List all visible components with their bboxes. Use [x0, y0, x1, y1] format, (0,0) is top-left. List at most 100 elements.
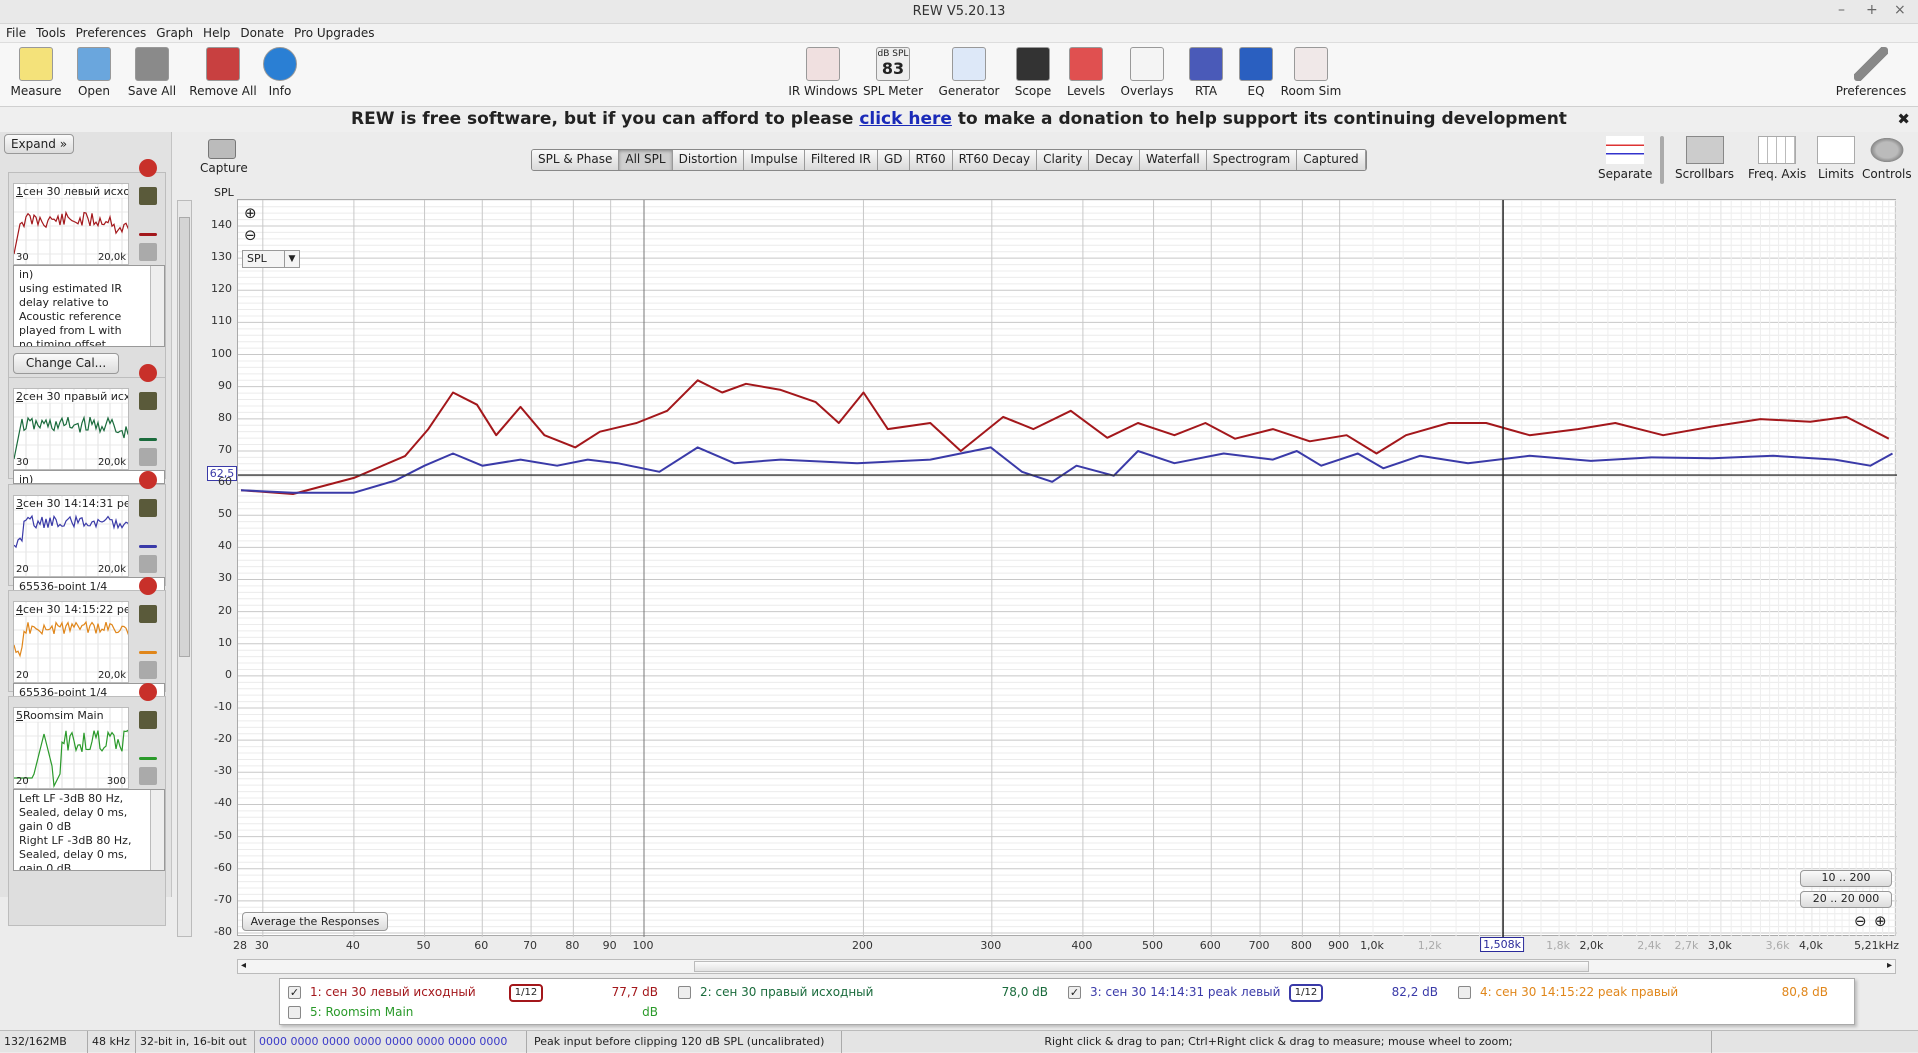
measurement-thumbnail[interactable]: 3сен 30 14:14:31 peak левый 20 20,0k: [13, 495, 129, 577]
measurement-notes[interactable]: Left LF -3dB 80 Hz, Sealed, delay 0 ms, ga…: [13, 789, 165, 871]
edit-icon[interactable]: [139, 233, 157, 236]
change-cal-button[interactable]: Change Cal...: [13, 353, 119, 374]
horizontal-scrollbar[interactable]: ◂ ▸: [237, 959, 1896, 974]
zoom-out-icon[interactable]: ⊖: [244, 226, 257, 244]
separate-slider[interactable]: [1660, 136, 1664, 184]
freq-axis-button[interactable]: Freq. Axis: [1748, 136, 1806, 181]
menu-pro-upgrades[interactable]: Pro Upgrades: [288, 24, 378, 40]
y-axis-select[interactable]: SPL ▼: [242, 250, 300, 268]
menu-tools[interactable]: Tools: [30, 24, 70, 40]
average-responses-button[interactable]: Average the Responses: [242, 912, 388, 931]
measurement-card-3[interactable]: 3сен 30 14:14:31 peak левый2020,0k65536-…: [8, 471, 166, 591]
edit-icon[interactable]: [139, 438, 157, 441]
scrollbar-thumb[interactable]: [179, 217, 190, 657]
edit-icon[interactable]: [139, 545, 157, 548]
spl-graph[interactable]: [238, 200, 1897, 937]
notes-scrollbar[interactable]: [150, 266, 164, 346]
save-icon[interactable]: [139, 499, 157, 517]
edit-icon[interactable]: [139, 651, 157, 654]
tab-waterfall[interactable]: Waterfall: [1139, 150, 1207, 170]
save-icon[interactable]: [139, 605, 157, 623]
tab-rt60[interactable]: RT60: [909, 150, 953, 170]
close-icon[interactable]: [139, 471, 157, 489]
tab-spectrogram[interactable]: Spectrogram: [1206, 150, 1298, 170]
measurement-card-4[interactable]: 4сен 30 14:15:22 peak правый2020,0k65536…: [8, 577, 166, 697]
save-icon[interactable]: [139, 392, 157, 410]
zoom-in-icon[interactable]: ⊕: [244, 204, 257, 222]
notes-icon[interactable]: [139, 448, 157, 466]
measurement-card-5[interactable]: 5Roomsim Main 20 300 Left LF -3dB 80 Hz, Sea…: [8, 683, 166, 926]
measurement-thumbnail[interactable]: 5Roomsim Main 20 300: [13, 707, 129, 789]
legend-label[interactable]: 3: сен 30 14:14:31 peak левый: [1090, 985, 1280, 999]
measurement-thumbnail[interactable]: 4сен 30 14:15:22 peak правый 20 20,0k: [13, 601, 129, 683]
horizontal-scrollbar-thumb[interactable]: [694, 961, 1589, 972]
tab-spl-and-phase[interactable]: SPL & Phase: [532, 150, 620, 170]
measurement-card-2[interactable]: 2сен 30 правый исходный 30 20,0k in): [8, 364, 166, 484]
measurement-notes[interactable]: in) using estimated IR delay relative to Ac…: [13, 265, 165, 347]
ir-windows-button[interactable]: IR Windows: [785, 47, 861, 98]
minimize-button[interactable]: –: [1838, 2, 1845, 18]
save-all-button[interactable]: Save All: [114, 47, 190, 98]
graph-area[interactable]: ⊕ ⊖ SPL ▼ Average the Responses 10 .. 200…: [237, 199, 1897, 937]
legend-checkbox-2[interactable]: [678, 986, 691, 999]
legend-checkbox-5[interactable]: [288, 1006, 301, 1019]
legend-checkbox-3[interactable]: ✓: [1068, 986, 1081, 999]
menu-donate[interactable]: Donate: [234, 24, 288, 40]
menu-graph[interactable]: Graph: [150, 24, 197, 40]
notes-icon[interactable]: [139, 555, 157, 573]
smoothing-badge[interactable]: 1/12: [500, 984, 552, 1002]
save-icon[interactable]: [139, 187, 157, 205]
notes-icon[interactable]: [139, 243, 157, 261]
tab-decay[interactable]: Decay: [1089, 150, 1140, 170]
zoom-out-x-icon[interactable]: ⊖: [1854, 912, 1867, 930]
tab-filtered-ir[interactable]: Filtered IR: [804, 150, 878, 170]
close-icon[interactable]: [139, 577, 157, 595]
controls-button[interactable]: Controls: [1862, 136, 1912, 181]
scrollbars-button[interactable]: Scrollbars: [1675, 136, 1734, 181]
tab-distortion[interactable]: Distortion: [672, 150, 745, 170]
tab-clarity[interactable]: Clarity: [1037, 150, 1090, 170]
measurement-card-1[interactable]: 1сен 30 левый исходный 30 20,0k in)using es…: [8, 159, 166, 382]
separate-button[interactable]: Separate: [1598, 136, 1652, 181]
legend-label[interactable]: 1: сен 30 левый исходный: [310, 985, 476, 999]
legend-label[interactable]: 2: сен 30 правый исходный: [700, 985, 873, 999]
measurement-thumbnail[interactable]: 2сен 30 правый исходный 30 20,0k: [13, 388, 129, 470]
tab-rt60-decay[interactable]: RT60 Decay: [952, 150, 1038, 170]
tab-impulse[interactable]: Impulse: [744, 150, 805, 170]
legend-checkbox-1[interactable]: ✓: [288, 986, 301, 999]
expand-button[interactable]: Expand »: [4, 134, 74, 154]
smoothing-badge[interactable]: 1/12: [1280, 984, 1332, 1002]
menu-preferences[interactable]: Preferences: [70, 24, 151, 40]
scroll-left-icon[interactable]: ◂: [241, 960, 246, 971]
save-icon[interactable]: [139, 711, 157, 729]
close-icon[interactable]: [139, 683, 157, 701]
close-icon[interactable]: [139, 159, 157, 177]
menu-file[interactable]: File: [0, 24, 30, 40]
tab-gd[interactable]: GD: [877, 150, 910, 170]
legend-label[interactable]: 5: Roomsim Main: [310, 1005, 413, 1019]
capture-button[interactable]: Capture: [200, 139, 248, 175]
maximize-button[interactable]: +: [1866, 2, 1878, 18]
info-button[interactable]: Info: [242, 47, 318, 98]
tab-captured[interactable]: Captured: [1297, 150, 1366, 170]
notes-icon[interactable]: [139, 661, 157, 679]
donate-link[interactable]: click here: [859, 109, 952, 129]
close-icon[interactable]: [139, 364, 157, 382]
close-window-button[interactable]: ×: [1894, 2, 1906, 18]
panel-scrollbar[interactable]: [177, 200, 192, 937]
measurement-thumbnail[interactable]: 1сен 30 левый исходный 30 20,0k: [13, 183, 129, 265]
legend-label[interactable]: 4: сен 30 14:15:22 peak правый: [1480, 985, 1678, 999]
spl-meter-button[interactable]: dB SPL 83 SPL Meter: [855, 47, 931, 98]
notes-scrollbar[interactable]: [150, 790, 164, 870]
range-20-20000-button[interactable]: 20 .. 20 000: [1800, 891, 1892, 908]
notes-icon[interactable]: [139, 767, 157, 785]
legend-checkbox-4[interactable]: [1458, 986, 1471, 999]
menu-help[interactable]: Help: [197, 24, 234, 40]
limits-button[interactable]: Limits: [1817, 136, 1855, 181]
tab-all-spl[interactable]: All SPL: [619, 150, 673, 170]
preferences-button[interactable]: Preferences: [1833, 47, 1909, 98]
zoom-in-x-icon[interactable]: ⊕: [1874, 912, 1887, 930]
scroll-right-icon[interactable]: ▸: [1887, 960, 1892, 971]
edit-icon[interactable]: [139, 757, 157, 760]
range-10-200-button[interactable]: 10 .. 200: [1800, 870, 1892, 887]
